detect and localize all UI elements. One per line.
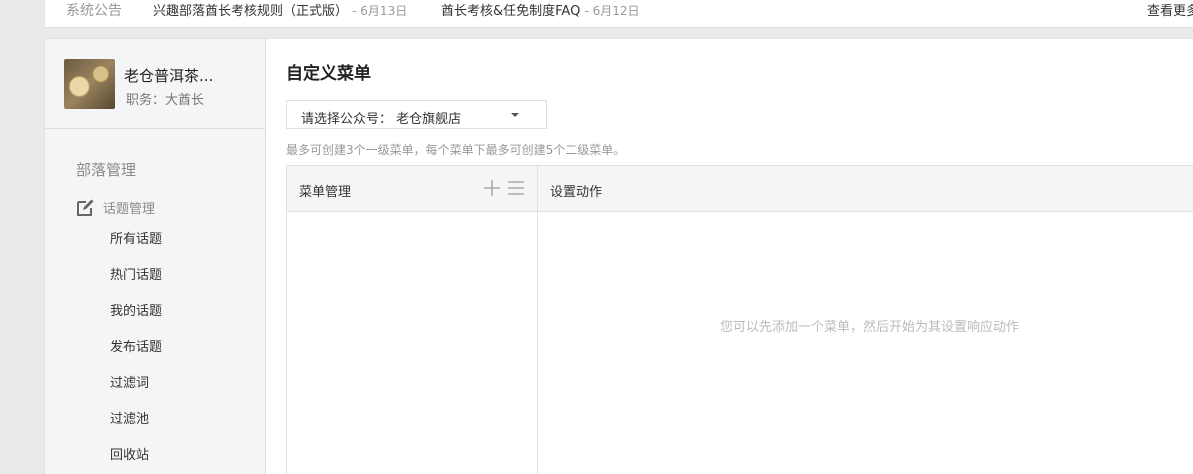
announcement-date: - 6月13日 [352, 4, 408, 18]
main-panel: 老仓普洱茶... 职务：大酋长 部落管理 话题管理 所有话题 热门话题 我的话题… [44, 38, 1193, 474]
avatar[interactable] [64, 59, 115, 109]
empty-state-message: 您可以先添加一个菜单，然后开始为其设置响应动作 [720, 320, 1020, 335]
sidebar: 老仓普洱茶... 职务：大酋长 部落管理 话题管理 所有话题 热门话题 我的话题… [45, 39, 266, 474]
action-settings-column: 设置动作 您可以先添加一个菜单，然后开始为其设置响应动作 [538, 166, 1193, 474]
account-select-label: 请选择公众号： [301, 112, 393, 127]
menu-management-header: 菜单管理 [287, 166, 537, 212]
sidebar-item-all-topics[interactable]: 所有话题 [110, 222, 162, 258]
sidebar-item-my-topics[interactable]: 我的话题 [110, 294, 162, 330]
profile-name[interactable]: 老仓普洱茶... [124, 65, 213, 86]
action-settings-header: 设置动作 [538, 166, 1193, 212]
content-area: 自定义菜单 请选择公众号： 老仓旗舰店 最多可创建3个一级菜单，每个菜单下最多可… [266, 39, 1193, 474]
caret-down-icon [511, 113, 519, 117]
announcement-title: 系统公告 [66, 3, 122, 19]
sidebar-nav: 所有话题 热门话题 我的话题 发布话题 过滤词 过滤池 回收站 [110, 222, 162, 474]
sidebar-item-recycle-bin[interactable]: 回收站 [110, 438, 162, 474]
menu-editor: 菜单管理 设置动作 您可以先添加一个菜单，然后开始为其设置响应动作 [286, 165, 1193, 474]
announcement-bar: 系统公告 兴趣部落酋长考核规则（正式版） - 6月13日 酋长考核&任免制度FA… [44, 0, 1193, 28]
profile-role: 职务：大酋长 [126, 93, 205, 108]
action-settings-title: 设置动作 [550, 185, 603, 200]
account-select-value: 老仓旗舰店 [396, 112, 462, 127]
menu-limit-hint: 最多可创建3个一级菜单，每个菜单下最多可创建5个二级菜单。 [286, 143, 626, 157]
list-icon[interactable] [507, 179, 525, 197]
sidebar-item-hot-topics[interactable]: 热门话题 [110, 258, 162, 294]
profile-card: 老仓普洱茶... 职务：大酋长 [45, 39, 265, 129]
account-select[interactable]: 请选择公众号： 老仓旗舰店 [286, 100, 547, 129]
page-title: 自定义菜单 [286, 64, 371, 84]
menu-management-column: 菜单管理 [287, 166, 538, 474]
view-more-link[interactable]: 查看更多 [1147, 0, 1193, 19]
announcement-text: 酋长考核&任免制度FAQ [441, 4, 581, 19]
sidebar-item-publish-topic[interactable]: 发布话题 [110, 330, 162, 366]
sidebar-item-filter-words[interactable]: 过滤词 [110, 366, 162, 402]
menu-actions [483, 179, 531, 201]
announcement-link[interactable]: 酋长考核&任免制度FAQ - 6月12日 [441, 0, 640, 19]
announcement-link[interactable]: 兴趣部落酋长考核规则（正式版） - 6月13日 [153, 0, 407, 19]
sidebar-section-title: 部落管理 [76, 161, 137, 179]
edit-icon [76, 199, 94, 217]
sidebar-item-filter-pool[interactable]: 过滤池 [110, 402, 162, 438]
sidebar-group-label: 话题管理 [103, 202, 156, 217]
plus-icon[interactable] [483, 179, 501, 197]
sidebar-group-topics[interactable]: 话题管理 [76, 198, 155, 217]
announcement-date: - 6月12日 [584, 4, 640, 18]
menu-management-title: 菜单管理 [299, 185, 352, 200]
announcement-text: 兴趣部落酋长考核规则（正式版） [153, 4, 349, 19]
